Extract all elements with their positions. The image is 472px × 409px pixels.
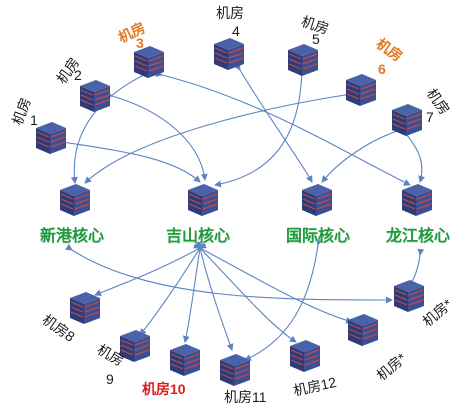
room-star2-building-icon[interactable] [346, 310, 380, 348]
longjiang-core-label: 龙江核心 [386, 228, 451, 245]
room6-number: 6 [378, 61, 386, 77]
room1-building-icon[interactable] [34, 118, 68, 156]
xingang-core-label: 新港核心 [40, 228, 105, 245]
room7-number: 7 [426, 109, 434, 125]
link-xingang-roomstar1 [65, 243, 393, 304]
room4-label: 机房 [216, 5, 244, 21]
network-topology-diagram: 机房 1 机房 2 机房 3 机房 4 机房 5 机房 6 机房 7 新港核心 … [0, 0, 472, 409]
link-room6-xingang [84, 90, 352, 184]
link-jishan-room12 [193, 241, 297, 343]
room2-number: 2 [74, 67, 82, 83]
link-jishan-room10 [182, 241, 205, 343]
room11-label: 机房11 [224, 389, 267, 405]
room-star1-building-icon[interactable] [392, 276, 426, 314]
link-jishan-room8 [94, 242, 207, 297]
room4-number: 4 [232, 23, 240, 39]
room12-building-icon[interactable] [288, 336, 322, 374]
link-jishan-roomstar2 [193, 242, 353, 324]
room5-number: 5 [312, 31, 320, 47]
guoji-core-label: 国际核心 [286, 228, 351, 245]
room9-number: 9 [106, 371, 114, 387]
xingang-core-building-icon[interactable] [58, 180, 92, 218]
link-room2-jishan [105, 90, 208, 181]
room11-building-icon[interactable] [218, 350, 252, 388]
room10-label: 机房10 [142, 381, 186, 397]
jishan-core-building-icon[interactable] [186, 180, 220, 218]
room6-building-icon[interactable] [344, 70, 378, 108]
room4-building-icon[interactable] [212, 34, 246, 72]
room2-building-icon[interactable] [78, 76, 112, 114]
room1-number: 1 [30, 112, 38, 128]
link-room5-jishan [214, 63, 306, 188]
room7-building-icon[interactable] [390, 100, 424, 138]
link-room7-longjiang [398, 126, 426, 183]
longjiang-core-building-icon[interactable] [400, 180, 434, 218]
link-room1-jishan [43, 135, 201, 183]
room8-building-icon[interactable] [68, 288, 102, 326]
link-jishan-room9 [139, 241, 207, 336]
jishan-core-label: 吉山核心 [166, 228, 231, 245]
guoji-core-building-icon[interactable] [300, 180, 334, 218]
room3-number: 3 [136, 35, 144, 51]
room10-building-icon[interactable] [168, 340, 202, 378]
